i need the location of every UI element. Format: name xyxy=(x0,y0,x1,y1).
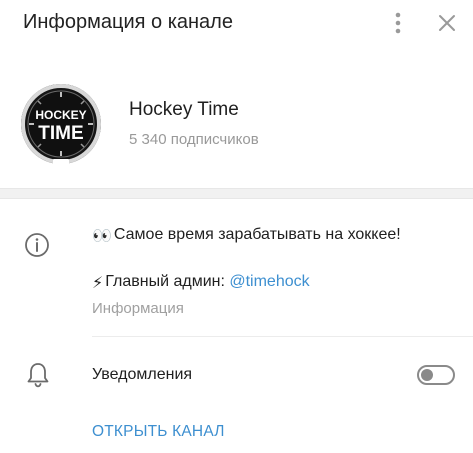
channel-profile: HOCKEY TIME Hockey Time 5 340 подписчико… xyxy=(0,46,473,188)
info-caption: Информация xyxy=(92,300,184,317)
subscriber-count: 5 340 подписчиков xyxy=(129,131,259,148)
eyes-emoji-icon: 👀 xyxy=(92,228,112,245)
avatar[interactable]: HOCKEY TIME xyxy=(16,79,106,169)
close-icon xyxy=(439,15,455,31)
lightning-emoji-icon: ⚡ xyxy=(92,275,104,292)
open-channel-button[interactable]: ОТКРЫТЬ КАНАЛ xyxy=(92,423,225,441)
description-text: Самое время зарабатывать на хоккее! xyxy=(113,226,401,243)
bell-icon xyxy=(26,361,50,389)
notifications-toggle[interactable] xyxy=(417,365,455,385)
channel-avatar-image: HOCKEY TIME xyxy=(17,80,105,168)
section-separator xyxy=(0,188,473,199)
divider xyxy=(92,336,473,337)
notifications-label: Уведомления xyxy=(92,366,193,383)
vertical-dots-icon xyxy=(395,12,401,34)
admin-link[interactable]: @timehock xyxy=(229,273,309,290)
close-button[interactable] xyxy=(435,11,459,35)
avatar-text-hockey: HOCKEY xyxy=(35,108,86,122)
avatar-text-time: TIME xyxy=(38,123,83,144)
more-options-button[interactable] xyxy=(387,9,409,37)
channel-description-line-1: 👀 Самое время зарабатывать на хоккее! xyxy=(92,226,401,246)
channel-name: Hockey Time xyxy=(129,99,239,120)
channel-description-line-2: ⚡ Главный админ: @timehock xyxy=(92,273,310,293)
page-title: Информация о канале xyxy=(23,11,233,33)
header: Информация о канале xyxy=(0,0,473,46)
info-icon xyxy=(24,232,50,258)
admin-label: Главный админ: xyxy=(105,273,230,290)
